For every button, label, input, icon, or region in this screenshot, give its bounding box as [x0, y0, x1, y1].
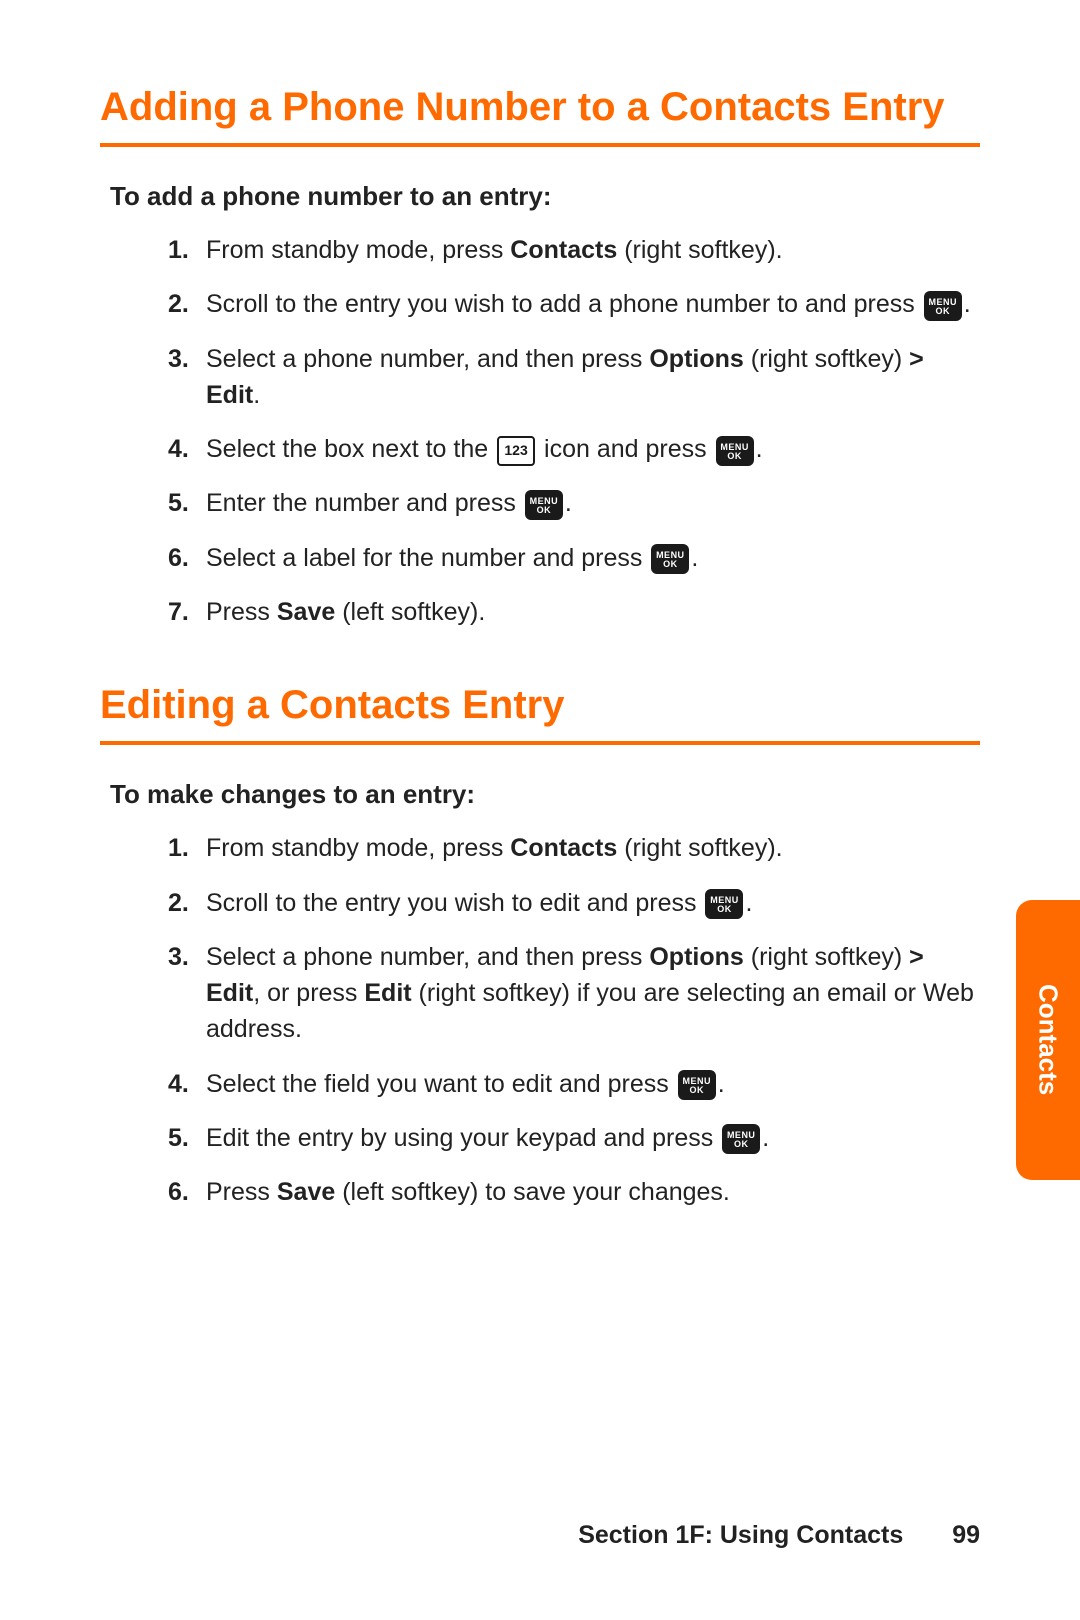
step-text: Select the box next to the 123 icon and … [206, 431, 980, 467]
step-item: 4. Select the box next to the 123 icon a… [168, 431, 980, 467]
step-number: 1. [168, 830, 206, 866]
step-item: 7. Press Save (left softkey). [168, 594, 980, 630]
step-item: 6. Select a label for the number and pre… [168, 540, 980, 576]
menu-ok-icon: MENUOK [716, 436, 754, 466]
step-number: 3. [168, 939, 206, 975]
menu-ok-icon: MENUOK [525, 490, 563, 520]
step-number: 2. [168, 885, 206, 921]
step-text: From standby mode, press Contacts (right… [206, 232, 980, 268]
steps-list-add: 1. From standby mode, press Contacts (ri… [100, 232, 980, 630]
step-item: 5. Enter the number and press MENUOK. [168, 485, 980, 521]
page-footer: Section 1F: Using Contacts 99 [578, 1521, 980, 1550]
step-text: Select a phone number, and then press Op… [206, 939, 980, 1048]
menu-ok-icon: MENUOK [722, 1124, 760, 1154]
step-number: 7. [168, 594, 206, 630]
step-number: 5. [168, 485, 206, 521]
sub-heading-add: To add a phone number to an entry: [110, 181, 980, 212]
step-item: 2. Scroll to the entry you wish to edit … [168, 885, 980, 921]
step-number: 4. [168, 431, 206, 467]
step-text: Edit the entry by using your keypad and … [206, 1120, 980, 1156]
step-text: Scroll to the entry you wish to edit and… [206, 885, 980, 921]
side-tab-contacts: Contacts [1016, 900, 1080, 1180]
step-item: 1. From standby mode, press Contacts (ri… [168, 830, 980, 866]
step-text: Scroll to the entry you wish to add a ph… [206, 286, 980, 322]
steps-list-edit: 1. From standby mode, press Contacts (ri… [100, 830, 980, 1210]
step-item: 3. Select a phone number, and then press… [168, 341, 980, 414]
step-number: 6. [168, 540, 206, 576]
step-number: 4. [168, 1066, 206, 1102]
step-number: 1. [168, 232, 206, 268]
section-title-edit-entry: Editing a Contacts Entry [100, 680, 980, 745]
step-text: Enter the number and press MENUOK. [206, 485, 980, 521]
step-text: Press Save (left softkey) to save your c… [206, 1174, 980, 1210]
step-item: 1. From standby mode, press Contacts (ri… [168, 232, 980, 268]
footer-page-number: 99 [952, 1521, 980, 1549]
step-text: Press Save (left softkey). [206, 594, 980, 630]
step-item: 5. Edit the entry by using your keypad a… [168, 1120, 980, 1156]
section-title-add-number: Adding a Phone Number to a Contacts Entr… [100, 82, 980, 147]
step-item: 4. Select the field you want to edit and… [168, 1066, 980, 1102]
footer-section: Section 1F: Using Contacts [578, 1521, 903, 1549]
sub-heading-edit: To make changes to an entry: [110, 779, 980, 810]
side-tab-label: Contacts [1033, 984, 1064, 1095]
menu-ok-icon: MENUOK [924, 291, 962, 321]
menu-ok-icon: MENUOK [705, 889, 743, 919]
menu-ok-icon: MENUOK [651, 544, 689, 574]
step-text: Select a phone number, and then press Op… [206, 341, 980, 414]
step-item: 6. Press Save (left softkey) to save you… [168, 1174, 980, 1210]
step-item: 3. Select a phone number, and then press… [168, 939, 980, 1048]
step-text: From standby mode, press Contacts (right… [206, 830, 980, 866]
step-text: Select a label for the number and press … [206, 540, 980, 576]
step-number: 5. [168, 1120, 206, 1156]
step-number: 2. [168, 286, 206, 322]
menu-ok-icon: MENUOK [678, 1070, 716, 1100]
step-number: 6. [168, 1174, 206, 1210]
step-item: 2. Scroll to the entry you wish to add a… [168, 286, 980, 322]
step-number: 3. [168, 341, 206, 377]
number-input-icon: 123 [497, 436, 535, 466]
step-text: Select the field you want to edit and pr… [206, 1066, 980, 1102]
manual-page: Adding a Phone Number to a Contacts Entr… [0, 0, 1080, 1620]
